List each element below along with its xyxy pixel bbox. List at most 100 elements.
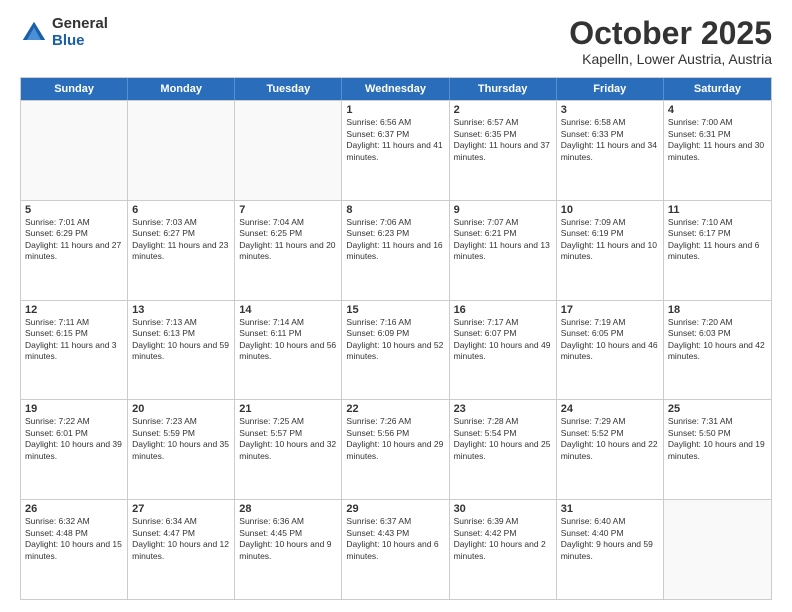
day-number: 28	[239, 503, 337, 515]
day-info: Sunrise: 6:34 AM Sunset: 4:47 PM Dayligh…	[132, 516, 230, 562]
day-info: Sunrise: 6:40 AM Sunset: 4:40 PM Dayligh…	[561, 516, 659, 562]
day-number: 4	[668, 104, 767, 116]
day-info: Sunrise: 7:17 AM Sunset: 6:07 PM Dayligh…	[454, 317, 552, 363]
day-number: 1	[346, 104, 444, 116]
day-info: Sunrise: 7:26 AM Sunset: 5:56 PM Dayligh…	[346, 416, 444, 462]
day-info: Sunrise: 7:06 AM Sunset: 6:23 PM Dayligh…	[346, 217, 444, 263]
day-info: Sunrise: 7:31 AM Sunset: 5:50 PM Dayligh…	[668, 416, 767, 462]
day-info: Sunrise: 7:25 AM Sunset: 5:57 PM Dayligh…	[239, 416, 337, 462]
day-number: 19	[25, 403, 123, 415]
logo-icon	[20, 19, 48, 47]
day-info: Sunrise: 6:57 AM Sunset: 6:35 PM Dayligh…	[454, 117, 552, 163]
calendar-header: SundayMondayTuesdayWednesdayThursdayFrid…	[21, 78, 771, 100]
day-number: 27	[132, 503, 230, 515]
day-info: Sunrise: 6:32 AM Sunset: 4:48 PM Dayligh…	[25, 516, 123, 562]
day-cell-12: 12Sunrise: 7:11 AM Sunset: 6:15 PM Dayli…	[21, 301, 128, 400]
day-cell-16: 16Sunrise: 7:17 AM Sunset: 6:07 PM Dayli…	[450, 301, 557, 400]
calendar: SundayMondayTuesdayWednesdayThursdayFrid…	[20, 77, 772, 600]
day-info: Sunrise: 6:56 AM Sunset: 6:37 PM Dayligh…	[346, 117, 444, 163]
day-cell-25: 25Sunrise: 7:31 AM Sunset: 5:50 PM Dayli…	[664, 400, 771, 499]
day-cell-7: 7Sunrise: 7:04 AM Sunset: 6:25 PM Daylig…	[235, 201, 342, 300]
day-number: 17	[561, 304, 659, 316]
calendar-row-0: 1Sunrise: 6:56 AM Sunset: 6:37 PM Daylig…	[21, 100, 771, 200]
day-number: 23	[454, 403, 552, 415]
title-block: October 2025 Kapelln, Lower Austria, Aus…	[569, 16, 772, 67]
day-cell-26: 26Sunrise: 6:32 AM Sunset: 4:48 PM Dayli…	[21, 500, 128, 599]
logo-blue: Blue	[52, 33, 108, 50]
day-number: 13	[132, 304, 230, 316]
calendar-body: 1Sunrise: 6:56 AM Sunset: 6:37 PM Daylig…	[21, 100, 771, 599]
day-number: 7	[239, 204, 337, 216]
day-cell-11: 11Sunrise: 7:10 AM Sunset: 6:17 PM Dayli…	[664, 201, 771, 300]
logo: General Blue	[20, 16, 108, 49]
header-day-sunday: Sunday	[21, 78, 128, 100]
day-info: Sunrise: 7:13 AM Sunset: 6:13 PM Dayligh…	[132, 317, 230, 363]
header-day-thursday: Thursday	[450, 78, 557, 100]
day-cell-28: 28Sunrise: 6:36 AM Sunset: 4:45 PM Dayli…	[235, 500, 342, 599]
calendar-row-4: 26Sunrise: 6:32 AM Sunset: 4:48 PM Dayli…	[21, 499, 771, 599]
day-number: 21	[239, 403, 337, 415]
logo-general: General	[52, 16, 108, 33]
header-day-monday: Monday	[128, 78, 235, 100]
day-cell-2: 2Sunrise: 6:57 AM Sunset: 6:35 PM Daylig…	[450, 101, 557, 200]
day-cell-9: 9Sunrise: 7:07 AM Sunset: 6:21 PM Daylig…	[450, 201, 557, 300]
day-number: 18	[668, 304, 767, 316]
day-cell-1: 1Sunrise: 6:56 AM Sunset: 6:37 PM Daylig…	[342, 101, 449, 200]
day-info: Sunrise: 7:29 AM Sunset: 5:52 PM Dayligh…	[561, 416, 659, 462]
day-cell-14: 14Sunrise: 7:14 AM Sunset: 6:11 PM Dayli…	[235, 301, 342, 400]
empty-cell-0-1	[128, 101, 235, 200]
day-cell-6: 6Sunrise: 7:03 AM Sunset: 6:27 PM Daylig…	[128, 201, 235, 300]
day-cell-4: 4Sunrise: 7:00 AM Sunset: 6:31 PM Daylig…	[664, 101, 771, 200]
day-number: 20	[132, 403, 230, 415]
day-info: Sunrise: 6:39 AM Sunset: 4:42 PM Dayligh…	[454, 516, 552, 562]
day-cell-23: 23Sunrise: 7:28 AM Sunset: 5:54 PM Dayli…	[450, 400, 557, 499]
day-cell-24: 24Sunrise: 7:29 AM Sunset: 5:52 PM Dayli…	[557, 400, 664, 499]
day-cell-18: 18Sunrise: 7:20 AM Sunset: 6:03 PM Dayli…	[664, 301, 771, 400]
day-cell-5: 5Sunrise: 7:01 AM Sunset: 6:29 PM Daylig…	[21, 201, 128, 300]
day-cell-13: 13Sunrise: 7:13 AM Sunset: 6:13 PM Dayli…	[128, 301, 235, 400]
day-number: 3	[561, 104, 659, 116]
day-cell-21: 21Sunrise: 7:25 AM Sunset: 5:57 PM Dayli…	[235, 400, 342, 499]
header-day-wednesday: Wednesday	[342, 78, 449, 100]
day-cell-3: 3Sunrise: 6:58 AM Sunset: 6:33 PM Daylig…	[557, 101, 664, 200]
day-info: Sunrise: 7:20 AM Sunset: 6:03 PM Dayligh…	[668, 317, 767, 363]
day-cell-29: 29Sunrise: 6:37 AM Sunset: 4:43 PM Dayli…	[342, 500, 449, 599]
day-number: 12	[25, 304, 123, 316]
day-number: 16	[454, 304, 552, 316]
day-cell-15: 15Sunrise: 7:16 AM Sunset: 6:09 PM Dayli…	[342, 301, 449, 400]
day-info: Sunrise: 7:22 AM Sunset: 6:01 PM Dayligh…	[25, 416, 123, 462]
calendar-row-3: 19Sunrise: 7:22 AM Sunset: 6:01 PM Dayli…	[21, 399, 771, 499]
empty-cell-4-6	[664, 500, 771, 599]
day-info: Sunrise: 7:19 AM Sunset: 6:05 PM Dayligh…	[561, 317, 659, 363]
location-subtitle: Kapelln, Lower Austria, Austria	[569, 51, 772, 67]
day-number: 11	[668, 204, 767, 216]
day-cell-31: 31Sunrise: 6:40 AM Sunset: 4:40 PM Dayli…	[557, 500, 664, 599]
day-info: Sunrise: 7:01 AM Sunset: 6:29 PM Dayligh…	[25, 217, 123, 263]
day-number: 5	[25, 204, 123, 216]
day-cell-30: 30Sunrise: 6:39 AM Sunset: 4:42 PM Dayli…	[450, 500, 557, 599]
day-number: 24	[561, 403, 659, 415]
logo-text: General Blue	[52, 16, 108, 49]
day-info: Sunrise: 7:07 AM Sunset: 6:21 PM Dayligh…	[454, 217, 552, 263]
day-info: Sunrise: 7:11 AM Sunset: 6:15 PM Dayligh…	[25, 317, 123, 363]
day-number: 8	[346, 204, 444, 216]
day-cell-22: 22Sunrise: 7:26 AM Sunset: 5:56 PM Dayli…	[342, 400, 449, 499]
day-cell-20: 20Sunrise: 7:23 AM Sunset: 5:59 PM Dayli…	[128, 400, 235, 499]
calendar-row-1: 5Sunrise: 7:01 AM Sunset: 6:29 PM Daylig…	[21, 200, 771, 300]
header-day-tuesday: Tuesday	[235, 78, 342, 100]
day-info: Sunrise: 7:03 AM Sunset: 6:27 PM Dayligh…	[132, 217, 230, 263]
day-info: Sunrise: 6:37 AM Sunset: 4:43 PM Dayligh…	[346, 516, 444, 562]
day-cell-19: 19Sunrise: 7:22 AM Sunset: 6:01 PM Dayli…	[21, 400, 128, 499]
day-info: Sunrise: 7:28 AM Sunset: 5:54 PM Dayligh…	[454, 416, 552, 462]
empty-cell-0-2	[235, 101, 342, 200]
day-number: 10	[561, 204, 659, 216]
day-number: 22	[346, 403, 444, 415]
day-info: Sunrise: 7:09 AM Sunset: 6:19 PM Dayligh…	[561, 217, 659, 263]
day-info: Sunrise: 7:10 AM Sunset: 6:17 PM Dayligh…	[668, 217, 767, 263]
day-info: Sunrise: 7:16 AM Sunset: 6:09 PM Dayligh…	[346, 317, 444, 363]
header-day-saturday: Saturday	[664, 78, 771, 100]
day-cell-10: 10Sunrise: 7:09 AM Sunset: 6:19 PM Dayli…	[557, 201, 664, 300]
day-cell-8: 8Sunrise: 7:06 AM Sunset: 6:23 PM Daylig…	[342, 201, 449, 300]
day-number: 29	[346, 503, 444, 515]
day-cell-17: 17Sunrise: 7:19 AM Sunset: 6:05 PM Dayli…	[557, 301, 664, 400]
